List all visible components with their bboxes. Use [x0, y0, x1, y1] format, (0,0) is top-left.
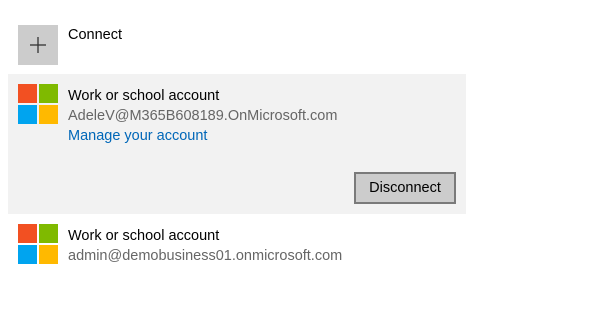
connect-label: Connect [68, 27, 123, 43]
account-item-adelev[interactable]: Work or school account AdeleV@M365B60818… [8, 74, 466, 214]
account-type-label: Work or school account [68, 88, 220, 104]
disconnect-button[interactable]: Disconnect [354, 172, 456, 204]
plus-icon [18, 25, 58, 65]
account-type-label: Work or school account [68, 228, 220, 244]
account-item-admin[interactable]: Work or school account admin@demobusines… [8, 222, 466, 270]
microsoft-logo-icon [18, 84, 58, 124]
connect-button[interactable]: Connect [18, 25, 122, 65]
microsoft-logo-icon [18, 224, 58, 264]
access-work-or-school-panel: Connect Work or school account AdeleV@M3… [0, 0, 590, 329]
account-email: admin@demobusiness01.onmicrosoft.com [68, 248, 343, 264]
account-email: AdeleV@M365B608189.OnMicrosoft.com [68, 108, 338, 124]
manage-account-link[interactable]: Manage your account [68, 126, 207, 146]
